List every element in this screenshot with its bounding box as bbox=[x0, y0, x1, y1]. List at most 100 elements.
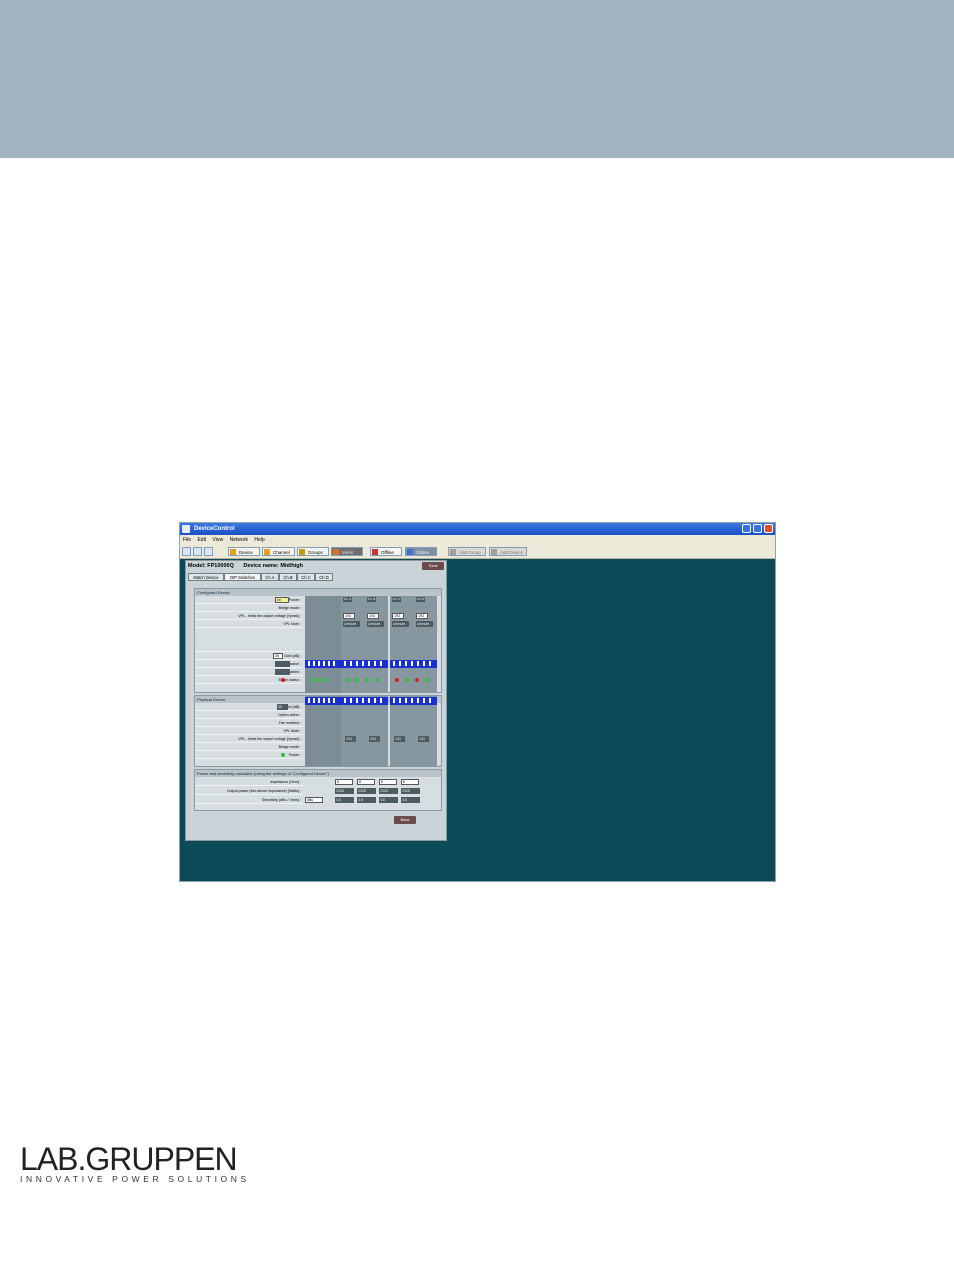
toolbar: Device Channel Groups Meter Offline Onli… bbox=[180, 545, 775, 559]
channel-button[interactable]: Channel bbox=[262, 547, 295, 556]
add-group-button[interactable]: Add Group bbox=[448, 547, 486, 556]
meter-button[interactable]: Meter bbox=[331, 547, 363, 556]
fan-enabled-field[interactable] bbox=[275, 669, 290, 675]
meter-label: Meter bbox=[342, 550, 354, 555]
match-status-led bbox=[281, 678, 285, 682]
phys-vpl-b: 193 bbox=[369, 736, 380, 742]
tab-ch-a[interactable]: Ch.A bbox=[261, 573, 279, 581]
menu-file[interactable]: File bbox=[183, 537, 191, 543]
status-led bbox=[365, 678, 369, 682]
back-button[interactable]: Back bbox=[394, 816, 416, 824]
status-led bbox=[375, 678, 379, 682]
open-file-icon[interactable] bbox=[193, 547, 202, 556]
phys-gain-value: 35 bbox=[277, 704, 288, 710]
menu-help[interactable]: Help bbox=[254, 537, 264, 543]
save-file-icon[interactable] bbox=[204, 547, 213, 556]
calc-row-sensitivity: Sensitivity (dBu / Vrms) : bbox=[195, 796, 303, 804]
phys-channel-cd-area bbox=[390, 696, 437, 766]
power-toggle[interactable]: on bbox=[275, 597, 289, 603]
online-icon bbox=[407, 549, 413, 555]
channel-label: Channel bbox=[273, 550, 290, 555]
row-gain: Gain [dB] : bbox=[195, 652, 303, 660]
impedance-d[interactable]: 8 bbox=[401, 779, 419, 785]
model-label: Model: FP10000Q bbox=[188, 563, 234, 569]
calc-row-output-power: Output power (into above impedance) [Wat… bbox=[195, 787, 303, 795]
menu-bar: File Edit View Network Help bbox=[180, 535, 775, 545]
dip-switch-ab[interactable] bbox=[341, 660, 388, 668]
calc-row-impedance: Impedance [Ohm] : bbox=[195, 778, 303, 786]
phys-row-vpl-mute: VPL Mute : bbox=[195, 727, 303, 735]
meter-icon bbox=[333, 549, 339, 555]
menu-view[interactable]: View bbox=[212, 537, 223, 543]
tab-ch-b[interactable]: Ch.B bbox=[279, 573, 297, 581]
online-button[interactable]: Online bbox=[405, 547, 437, 556]
vpl-mute-c[interactable]: Unmute bbox=[392, 621, 409, 627]
vpl-d-field[interactable]: 193 bbox=[416, 613, 428, 619]
phys-vpl-c: 193 bbox=[394, 736, 405, 742]
vpl-mute-a[interactable]: Unmute bbox=[343, 621, 360, 627]
impedance-a[interactable]: 8 bbox=[335, 779, 353, 785]
vpl-a-field[interactable]: 193 bbox=[343, 613, 355, 619]
status-led bbox=[425, 678, 429, 682]
add-device-button[interactable]: Add Device bbox=[489, 547, 527, 556]
device-label: Device bbox=[239, 550, 253, 555]
devicecontrol-window: DeviceControl File Edit View Network Hel… bbox=[179, 522, 776, 882]
vpl-mute-b[interactable]: Unmute bbox=[367, 621, 384, 627]
row-vpl: VPL - limits the output voltage [Vpeak] … bbox=[195, 612, 303, 620]
tools-button[interactable]: Tools bbox=[422, 562, 444, 570]
sensitivity-b: 4.8 bbox=[357, 797, 376, 803]
maximize-button[interactable] bbox=[753, 524, 762, 533]
tab-dip-switches[interactable]: DIP Switches bbox=[224, 573, 261, 581]
window-title: DeviceControl bbox=[194, 526, 235, 532]
offline-button[interactable]: Offline bbox=[370, 547, 402, 556]
row-match-status: Match status : bbox=[195, 676, 303, 684]
device-name-label: Device name: Mid/high bbox=[243, 563, 303, 569]
add-device-icon bbox=[491, 549, 497, 555]
minimize-button[interactable] bbox=[742, 524, 751, 533]
menu-edit[interactable]: Edit bbox=[197, 537, 206, 543]
ch-a-label: Ch. A bbox=[343, 597, 352, 602]
add-group-icon bbox=[450, 549, 456, 555]
phys-row-fan-enabled: Fan enabled : bbox=[195, 719, 303, 727]
physical-device-section: Physical Device Gain [dB] : Option activ… bbox=[194, 695, 442, 767]
phys-row-option-active: Option active : bbox=[195, 711, 303, 719]
phys-power-led bbox=[281, 753, 285, 757]
impedance-b[interactable]: 8 bbox=[357, 779, 375, 785]
output-power-a: 2328 bbox=[335, 788, 354, 794]
device-button[interactable]: Device bbox=[228, 547, 260, 556]
groups-button[interactable]: Groups bbox=[297, 547, 329, 556]
status-led bbox=[317, 678, 321, 682]
phys-vpl-d: 193 bbox=[418, 736, 429, 742]
logo-brand: LAB.GRUPPEN bbox=[20, 1141, 238, 1177]
add-device-label: Add Device bbox=[500, 550, 524, 555]
vpl-c-field[interactable]: 193 bbox=[392, 613, 404, 619]
phys-row-bridge-mode: Bridge mode : bbox=[195, 743, 303, 751]
row-vpl-mute: VPL Mute : bbox=[195, 620, 303, 628]
new-file-icon[interactable] bbox=[182, 547, 191, 556]
status-led bbox=[395, 678, 399, 682]
close-button[interactable] bbox=[764, 524, 773, 533]
configured-device-section: Configured Device Power : Bridge mode : … bbox=[194, 588, 442, 693]
phys-row-power: Power : bbox=[195, 751, 303, 759]
impedance-c[interactable]: 8 bbox=[379, 779, 397, 785]
vpl-b-field[interactable]: 193 bbox=[367, 613, 379, 619]
app-icon bbox=[182, 525, 190, 533]
vpl-mute-d[interactable]: Unmute bbox=[416, 621, 433, 627]
page-header-band bbox=[0, 0, 954, 158]
tab-match-device[interactable]: Match Device bbox=[188, 573, 224, 581]
output-power-c: 2328 bbox=[379, 788, 398, 794]
dip-switch-cd[interactable] bbox=[390, 660, 437, 668]
ch-b-label: Ch. B bbox=[367, 597, 376, 602]
option-active-field[interactable] bbox=[275, 661, 290, 667]
gain-select[interactable]: 35 bbox=[273, 653, 283, 659]
menu-network[interactable]: Network bbox=[230, 537, 248, 543]
groups-icon bbox=[299, 549, 305, 555]
sensitivity-unit-select[interactable]: dBu bbox=[305, 797, 323, 803]
ch-c-label: Ch. C bbox=[392, 597, 401, 602]
tab-ch-c[interactable]: Ch.C bbox=[297, 573, 315, 581]
output-power-b: 2328 bbox=[357, 788, 376, 794]
tab-ch-d[interactable]: Ch.D bbox=[315, 573, 333, 581]
dip-switch-gain[interactable] bbox=[305, 660, 341, 668]
row-blank bbox=[195, 628, 303, 652]
phys-channel-ab-area bbox=[341, 696, 388, 766]
